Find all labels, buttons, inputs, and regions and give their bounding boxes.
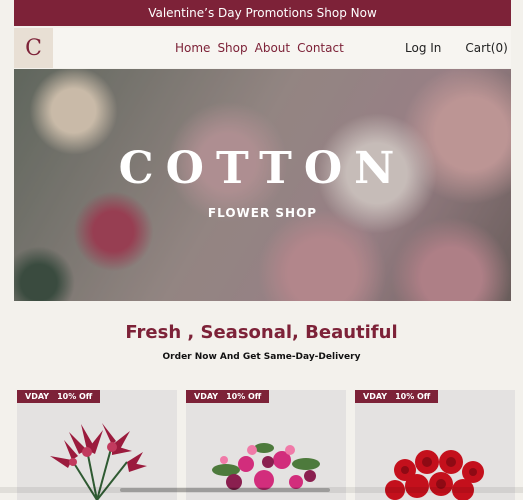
nav-link-shop[interactable]: Shop: [217, 41, 247, 55]
discount-badge: VDAY 10% Off: [17, 390, 101, 403]
nav-link-home[interactable]: Home: [175, 41, 210, 55]
badge-code: VDAY: [194, 392, 219, 401]
badge-discount: 10% Off: [395, 392, 431, 401]
badge-code: VDAY: [25, 392, 50, 401]
logo[interactable]: C: [14, 28, 53, 68]
nav-link-about[interactable]: About: [255, 41, 290, 55]
product-card[interactable]: VDAY 10% Off: [186, 390, 346, 500]
discount-badge: VDAY 10% Off: [186, 390, 270, 403]
horizontal-scrollbar[interactable]: [0, 487, 523, 493]
promo-text[interactable]: Valentine’s Day Promotions Shop Now: [148, 6, 377, 20]
main-nav: Home Shop About Contact: [175, 28, 351, 68]
discount-badge: VDAY 10% Off: [355, 390, 439, 403]
account-nav: Log In Cart(0): [405, 28, 508, 68]
badge-discount: 10% Off: [226, 392, 262, 401]
section-title: Fresh , Seasonal, Beautiful: [125, 322, 398, 343]
site-header: C Home Shop About Contact Log In Cart(0): [14, 28, 511, 68]
red-rose-bouquet-image: [385, 450, 484, 500]
hero-title: COTTON: [118, 143, 407, 194]
section-subtitle: Order Now And Get Same-Day-Delivery: [162, 352, 361, 362]
product-card[interactable]: VDAY 10% Off: [17, 390, 177, 500]
pink-lily-bouquet-image: [50, 423, 147, 500]
hero-subtitle: FLOWER SHOP: [207, 206, 318, 220]
cart-link[interactable]: Cart(0): [465, 41, 507, 55]
scrollbar-thumb[interactable]: [120, 488, 330, 492]
product-card[interactable]: VDAY 10% Off: [355, 390, 515, 500]
badge-discount: 10% Off: [57, 392, 93, 401]
badge-code: VDAY: [363, 392, 388, 401]
mixed-pink-bouquet-image: [212, 443, 320, 490]
nav-link-contact[interactable]: Contact: [297, 41, 344, 55]
login-link[interactable]: Log In: [405, 41, 441, 55]
promo-banner[interactable]: Valentine’s Day Promotions Shop Now: [14, 0, 511, 26]
hero-banner: COTTON FLOWER SHOP: [14, 69, 511, 301]
